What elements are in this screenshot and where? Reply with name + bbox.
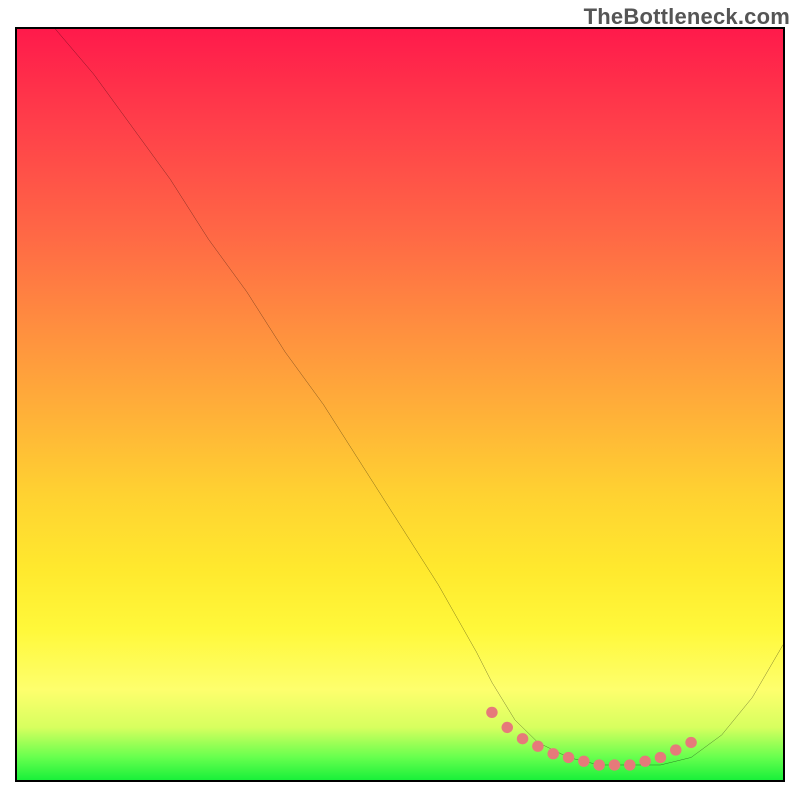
curve-layer <box>17 29 783 780</box>
optimal-dot <box>609 759 620 770</box>
optimal-dot <box>685 737 696 748</box>
optimal-dot <box>593 759 604 770</box>
chart-stage: TheBottleneck.com <box>0 0 800 800</box>
optimal-range-dots <box>486 707 697 771</box>
optimal-dot <box>547 748 558 759</box>
optimal-dot <box>501 722 512 733</box>
optimal-dot <box>517 733 528 744</box>
plot-area <box>15 27 785 782</box>
optimal-dot <box>639 756 650 767</box>
bottleneck-curve <box>55 29 783 765</box>
optimal-dot <box>486 707 497 718</box>
optimal-dot <box>578 756 589 767</box>
optimal-dot <box>624 759 635 770</box>
optimal-dot <box>563 752 574 763</box>
optimal-dot <box>655 752 666 763</box>
optimal-dot <box>670 744 681 755</box>
optimal-dot <box>532 741 543 752</box>
